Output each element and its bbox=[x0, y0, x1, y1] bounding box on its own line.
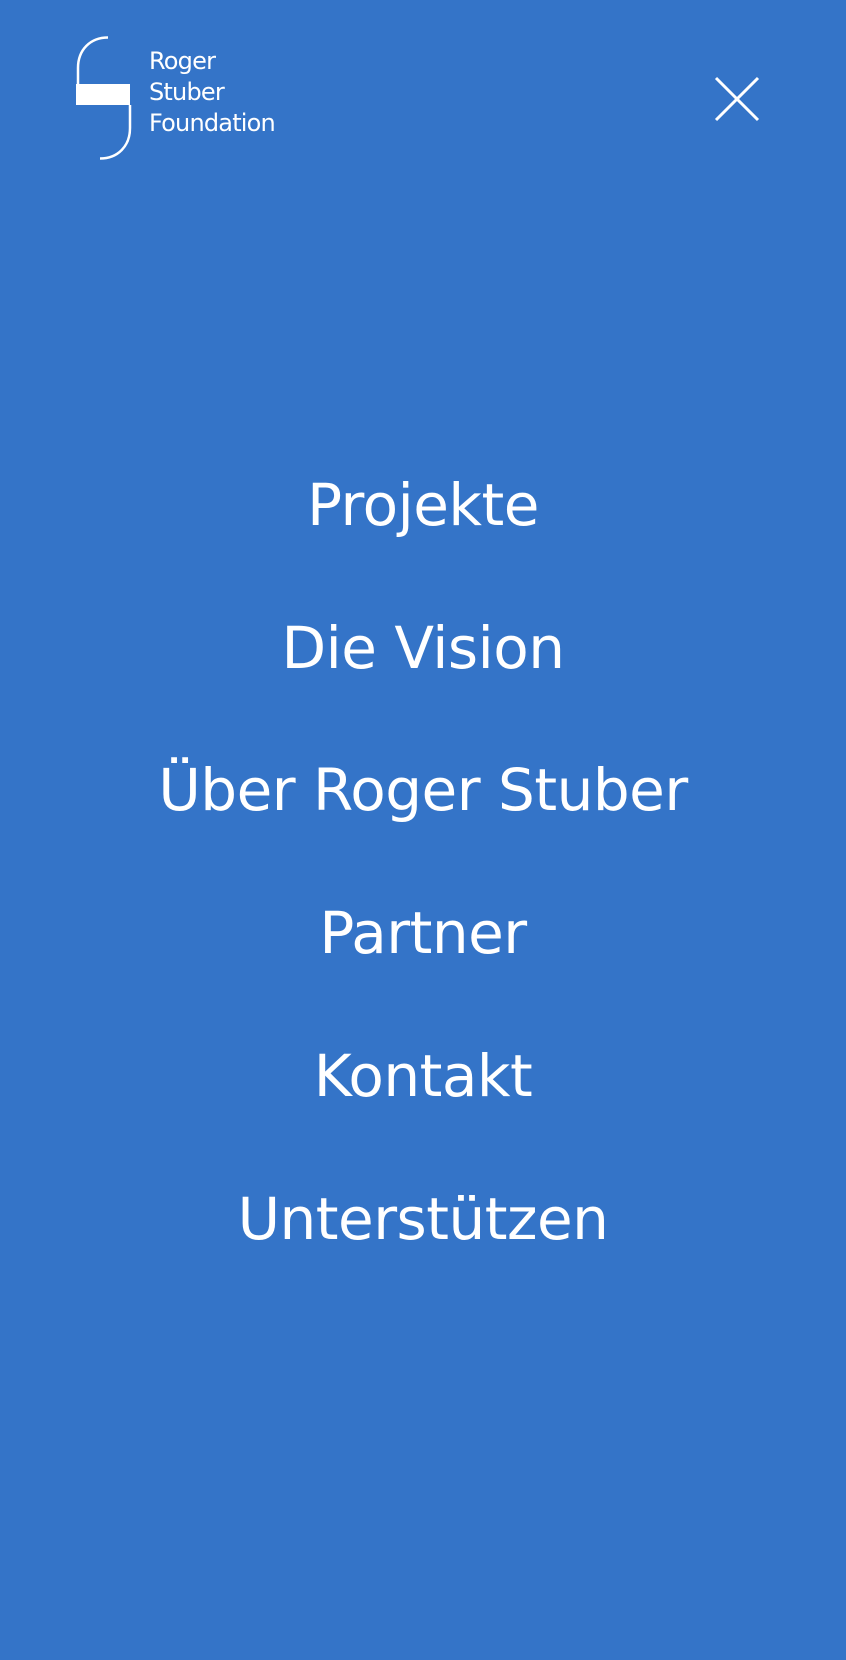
foundation-s-mark-icon bbox=[76, 36, 132, 160]
nav-link-unterstuetzen[interactable]: Unterstützen bbox=[238, 1185, 609, 1253]
logo-link[interactable]: Roger Stuber Foundation bbox=[76, 36, 306, 160]
nav-link-partner[interactable]: Partner bbox=[319, 899, 527, 967]
nav-link-kontakt[interactable]: Kontakt bbox=[314, 1042, 533, 1110]
nav-item-ueber-roger-stuber: Über Roger Stuber bbox=[0, 750, 846, 830]
nav-item-projekte: Projekte bbox=[0, 465, 846, 545]
nav-link-die-vision[interactable]: Die Vision bbox=[282, 614, 566, 682]
logo-wordmark: Roger Stuber Foundation bbox=[149, 46, 276, 139]
close-icon bbox=[714, 76, 760, 122]
logo-line-roger: Roger bbox=[149, 47, 216, 75]
logo-line-stuber: Stuber bbox=[149, 78, 225, 106]
close-menu-button[interactable] bbox=[711, 73, 763, 125]
nav-link-ueber-roger-stuber[interactable]: Über Roger Stuber bbox=[158, 756, 688, 824]
nav-item-kontakt: Kontakt bbox=[0, 1036, 846, 1116]
nav-link-projekte[interactable]: Projekte bbox=[307, 471, 539, 539]
site-header: Roger Stuber Foundation bbox=[0, 0, 846, 180]
logo-line-foundation: Foundation bbox=[149, 109, 276, 137]
nav-item-unterstuetzen: Unterstützen bbox=[0, 1179, 846, 1259]
nav-item-partner: Partner bbox=[0, 893, 846, 973]
nav-item-die-vision: Die Vision bbox=[0, 608, 846, 688]
